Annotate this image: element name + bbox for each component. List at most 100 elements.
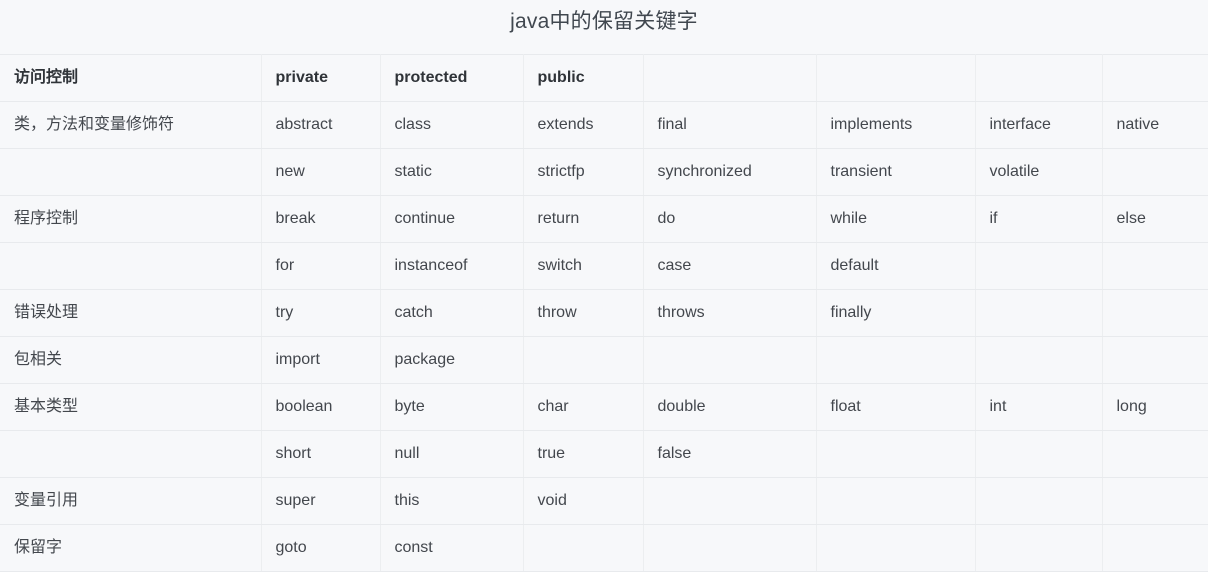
keyword-cell: float: [816, 383, 976, 431]
keyword-cell: byte: [380, 383, 524, 431]
keyword-cell: double: [643, 383, 817, 431]
keyword-cell: goto: [261, 524, 381, 572]
page-title: java中的保留关键字: [510, 10, 698, 33]
table-row: 变量引用 super this void: [0, 477, 1208, 525]
keyword-cell: for: [261, 242, 381, 290]
keyword-cell: true: [523, 430, 644, 478]
keywords-table-container: 访问控制 private protected public 类，方法和变量修饰符 abs…: [0, 54, 1208, 572]
keyword-cell: case: [643, 242, 817, 290]
row-category-label: [0, 242, 262, 290]
table-header: 访问控制 private protected public: [0, 54, 1208, 102]
keyword-cell: [816, 477, 976, 525]
keyword-cell: int: [975, 383, 1103, 431]
keyword-cell: throw: [523, 289, 644, 337]
keyword-cell: [975, 336, 1103, 384]
column-header-5: [816, 54, 976, 102]
table-body: 类，方法和变量修饰符 abstract class extends final imple…: [0, 101, 1208, 572]
table-row: new static strictfp synchronized transient vo…: [0, 148, 1208, 196]
keyword-cell: import: [261, 336, 381, 384]
keyword-cell: [816, 524, 976, 572]
column-header-3: public: [523, 54, 644, 102]
keyword-cell: new: [261, 148, 381, 196]
keyword-cell: package: [380, 336, 524, 384]
keyword-cell: [1102, 477, 1208, 525]
keyword-cell: void: [523, 477, 644, 525]
keyword-cell: return: [523, 195, 644, 243]
table-header-row: 访问控制 private protected public: [0, 54, 1208, 102]
keyword-cell: do: [643, 195, 817, 243]
keyword-cell: while: [816, 195, 976, 243]
keyword-cell: else: [1102, 195, 1208, 243]
table-row: 程序控制 break continue return do while if else: [0, 195, 1208, 243]
keyword-cell: interface: [975, 101, 1103, 149]
keyword-cell: char: [523, 383, 644, 431]
keyword-cell: [1102, 524, 1208, 572]
keyword-cell: final: [643, 101, 817, 149]
keyword-cell: switch: [523, 242, 644, 290]
keyword-cell: [975, 289, 1103, 337]
keyword-cell: short: [261, 430, 381, 478]
table-row: 包相关 import package: [0, 336, 1208, 384]
keyword-cell: [975, 430, 1103, 478]
keyword-cell: finally: [816, 289, 976, 337]
keyword-cell: [1102, 336, 1208, 384]
column-header-4: [643, 54, 817, 102]
row-category-label: [0, 148, 262, 196]
keyword-cell: throws: [643, 289, 817, 337]
keyword-cell: catch: [380, 289, 524, 337]
keyword-cell: false: [643, 430, 817, 478]
keyword-cell: implements: [816, 101, 976, 149]
keyword-cell: const: [380, 524, 524, 572]
keyword-cell: [1102, 242, 1208, 290]
keyword-cell: break: [261, 195, 381, 243]
keyword-cell: [1102, 289, 1208, 337]
keyword-cell: extends: [523, 101, 644, 149]
row-category-label: 变量引用: [0, 477, 262, 525]
keyword-cell: abstract: [261, 101, 381, 149]
table-row: short null true false: [0, 430, 1208, 478]
keyword-cell: if: [975, 195, 1103, 243]
keyword-cell: [643, 524, 817, 572]
column-header-1: private: [261, 54, 381, 102]
keyword-cell: try: [261, 289, 381, 337]
keyword-cell: long: [1102, 383, 1208, 431]
table-row: for instanceof switch case default: [0, 242, 1208, 290]
table-row: 基本类型 boolean byte char double float int long: [0, 383, 1208, 431]
row-category-label: 程序控制: [0, 195, 262, 243]
keyword-cell: [975, 477, 1103, 525]
keyword-cell: super: [261, 477, 381, 525]
keyword-cell: transient: [816, 148, 976, 196]
column-header-2: protected: [380, 54, 524, 102]
keyword-cell: [643, 477, 817, 525]
java-keywords-table: 访问控制 private protected public 类，方法和变量修饰符 abs…: [0, 54, 1208, 572]
keyword-cell: synchronized: [643, 148, 817, 196]
column-header-6: [975, 54, 1103, 102]
keyword-cell: strictfp: [523, 148, 644, 196]
keyword-cell: static: [380, 148, 524, 196]
keyword-cell: continue: [380, 195, 524, 243]
page-root: java中的保留关键字 访问控制 private protected public 类…: [0, 0, 1208, 572]
keyword-cell: [1102, 148, 1208, 196]
keyword-cell: [523, 336, 644, 384]
column-header-7: [1102, 54, 1208, 102]
keyword-cell: [643, 336, 817, 384]
keyword-cell: class: [380, 101, 524, 149]
table-row: 错误处理 try catch throw throws finally: [0, 289, 1208, 337]
keyword-cell: [816, 430, 976, 478]
column-header-0: 访问控制: [0, 54, 262, 102]
keyword-cell: volatile: [975, 148, 1103, 196]
row-category-label: 错误处理: [0, 289, 262, 337]
row-category-label: 保留字: [0, 524, 262, 572]
row-category-label: [0, 430, 262, 478]
row-category-label: 包相关: [0, 336, 262, 384]
row-category-label: 基本类型: [0, 383, 262, 431]
keyword-cell: instanceof: [380, 242, 524, 290]
keyword-cell: default: [816, 242, 976, 290]
keyword-cell: [523, 524, 644, 572]
keyword-cell: boolean: [261, 383, 381, 431]
keyword-cell: [816, 336, 976, 384]
table-row: 保留字 goto const: [0, 524, 1208, 572]
keyword-cell: this: [380, 477, 524, 525]
table-row: 类，方法和变量修饰符 abstract class extends final imple…: [0, 101, 1208, 149]
keyword-cell: [975, 524, 1103, 572]
